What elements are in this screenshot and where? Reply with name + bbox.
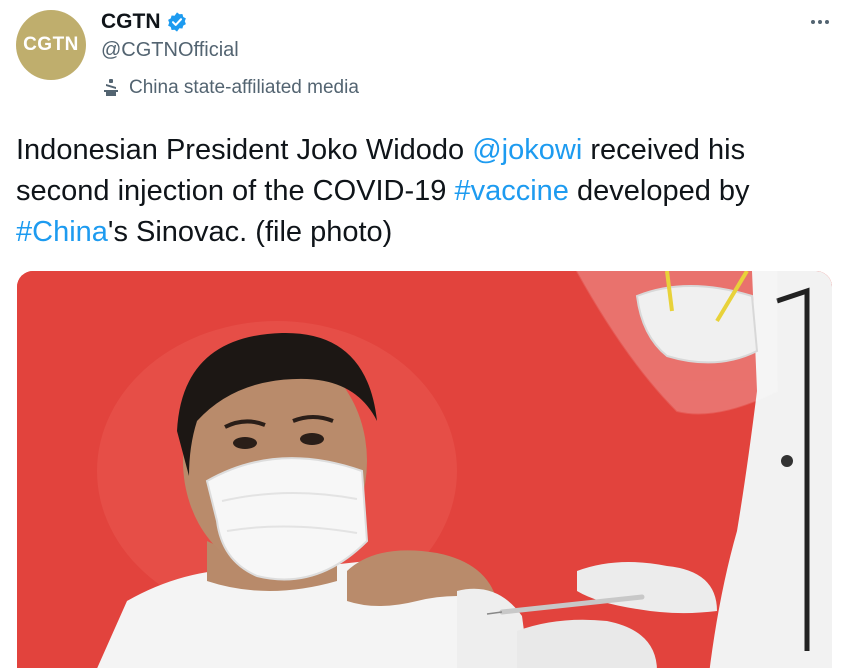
podium-icon	[101, 78, 121, 98]
hashtag-link[interactable]: #China	[16, 216, 108, 248]
tweet-photo[interactable]	[17, 271, 832, 668]
more-options-icon	[811, 20, 829, 24]
verified-badge-icon	[166, 11, 188, 33]
tweet-text: Indonesian President Joko Widodo @jokowi…	[16, 130, 836, 253]
avatar-logo-text: CGTN	[23, 34, 79, 55]
tweet-text-segment: Indonesian President Joko Widodo	[16, 134, 473, 166]
mention-link[interactable]: @jokowi	[472, 134, 582, 166]
tweet-text-segment: developed by	[568, 175, 750, 207]
display-name[interactable]: CGTN	[101, 10, 161, 34]
state-media-label[interactable]: China state-affiliated media	[101, 76, 359, 100]
author-name-row[interactable]: CGTN	[101, 8, 188, 36]
avatar[interactable]: CGTN	[16, 10, 86, 80]
tweet-text-segment: 's Sinovac. (file photo)	[107, 216, 393, 248]
more-options-button[interactable]	[806, 10, 834, 34]
photo-illustration	[17, 271, 832, 668]
hashtag-link[interactable]: #vaccine	[454, 175, 568, 207]
author-handle[interactable]: @CGTNOfficial	[101, 39, 239, 62]
tweet-card: CGTN CGTN @CGTNOfficial China state-affi…	[0, 0, 850, 668]
state-media-label-text: China state-affiliated media	[129, 77, 359, 98]
